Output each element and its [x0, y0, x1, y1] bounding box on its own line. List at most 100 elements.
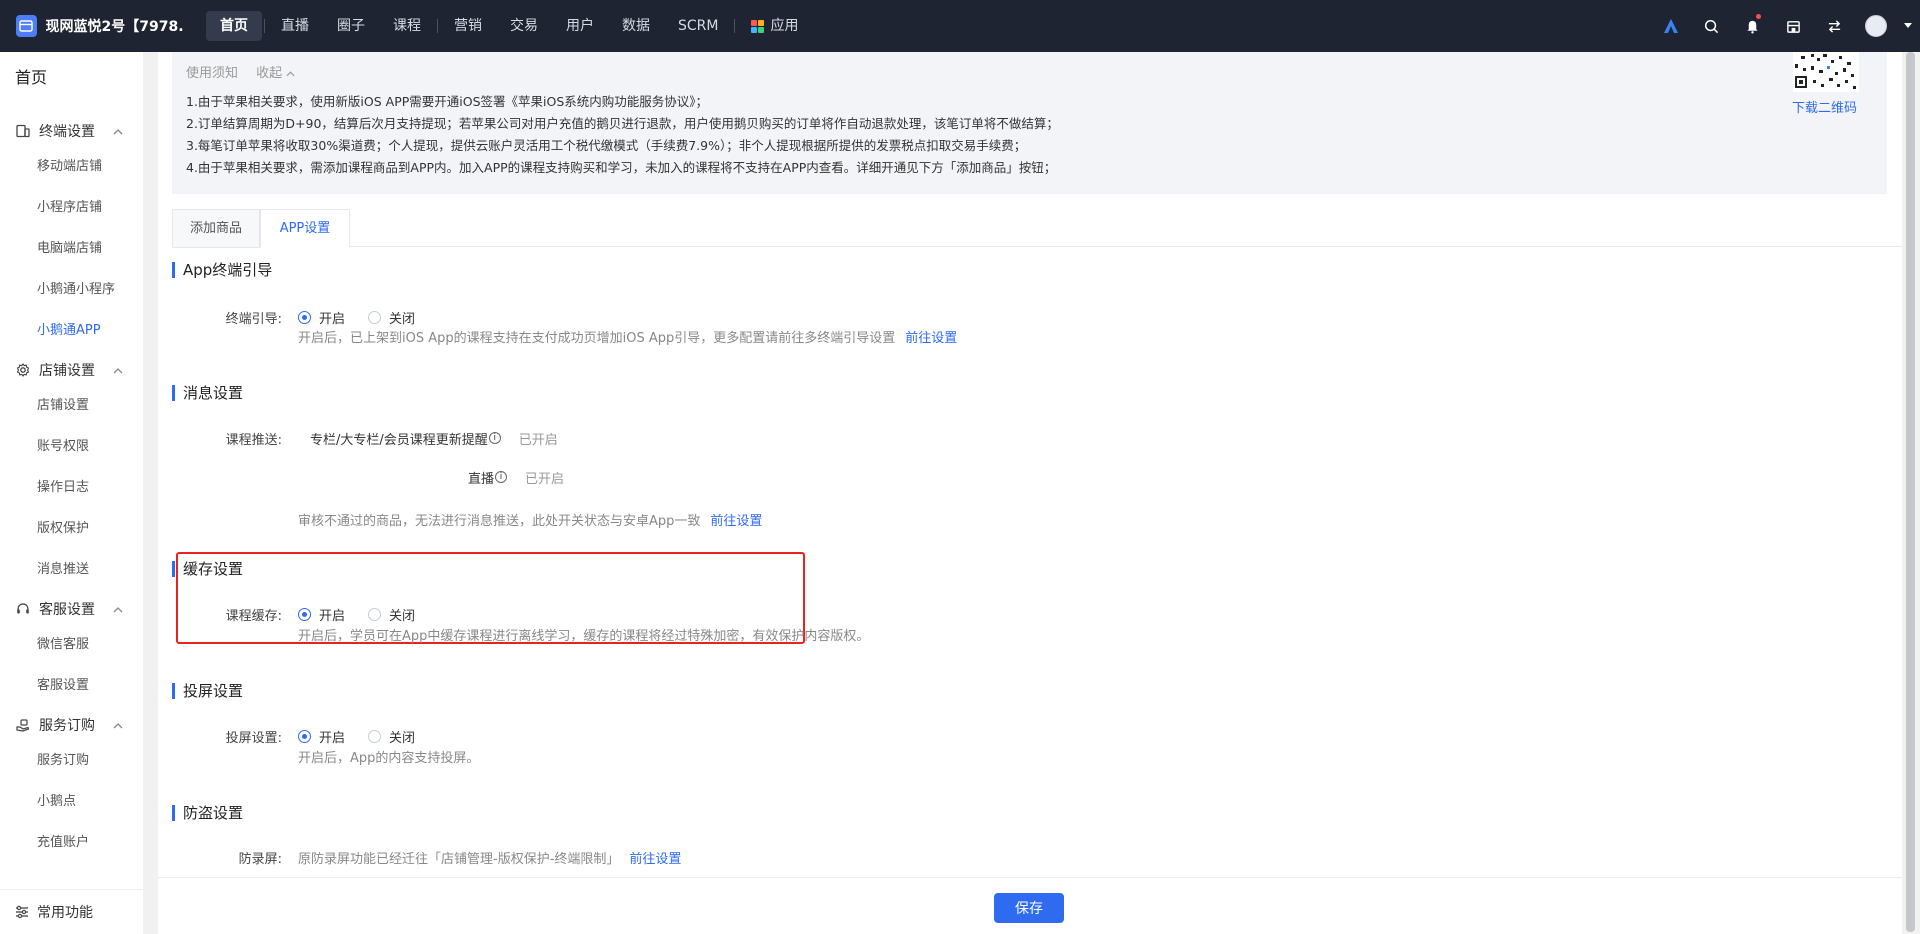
nav-item-live[interactable]: 直播 — [267, 11, 323, 41]
settings-tabs: 添加商品 APP设置 — [172, 209, 1902, 248]
notice-line: 2.订单结算周期为D+90，结算后次月支持提现；若苹果公司对用户充值的鹅贝进行退… — [186, 116, 1059, 131]
radio-label: 开启 — [319, 311, 346, 327]
nav-item-scrm[interactable]: SCRM — [664, 11, 732, 41]
store-icon[interactable] — [1773, 0, 1814, 52]
sidebar-home[interactable]: 首页 — [0, 52, 158, 104]
notice-line: 4.由于苹果相关要求，需添加课程商品到APP内。加入APP的课程支持购买和学习，… — [186, 160, 1057, 175]
radio-checked-icon — [298, 729, 311, 743]
scrollbar-thumb[interactable] — [1906, 52, 1915, 932]
hand-icon — [15, 717, 31, 733]
message-hint: 审核不通过的商品，无法进行消息推送，此处开关状态与安卓App一致 前往设置 — [298, 510, 762, 529]
caret-down-icon[interactable] — [1896, 0, 1920, 52]
course-cache-label: 课程缓存: — [225, 608, 282, 624]
sidebar-item-operation-log[interactable]: 操作日志 — [0, 467, 158, 508]
sidebar-item-store-settings[interactable]: 店铺设置 — [0, 385, 158, 426]
sidebar-group-subscription[interactable]: 服务订购 — [0, 710, 158, 740]
bell-icon[interactable] — [1732, 0, 1773, 52]
sidebar-item-pc-store[interactable]: 电脑端店铺 — [0, 228, 158, 269]
chevron-up-icon — [286, 71, 295, 77]
anti-record-settings-link[interactable]: 前往设置 — [629, 848, 681, 867]
footer-bar: 保存 — [158, 877, 1902, 934]
search-icon[interactable] — [1691, 0, 1732, 52]
common-functions-label: 常用功能 — [37, 905, 93, 921]
radio-label: 开启 — [319, 730, 346, 746]
sidebar-scrollbar[interactable] — [143, 52, 158, 934]
section-title-cast: 投屏设置 — [172, 683, 243, 699]
nav-item-home[interactable]: 首页 — [206, 11, 262, 41]
course-cache-row: 课程缓存: 开启 关闭 — [212, 604, 415, 624]
nav-item-users[interactable]: 用户 — [552, 11, 608, 41]
sidebar-item-xet-app[interactable]: 小鹅通APP — [0, 310, 158, 351]
sidebar-item-account-permission[interactable]: 账号权限 — [0, 426, 158, 467]
radio-unchecked-icon — [368, 607, 382, 621]
nav-item-apps-label: 应用 — [770, 18, 799, 34]
live-reminder-label: 直播 — [468, 471, 495, 487]
course-cache-off-radio[interactable]: 关闭 — [368, 605, 415, 624]
brand-a-icon[interactable] — [1650, 0, 1691, 52]
nav-divider — [734, 19, 736, 33]
sidebar-item-copyright[interactable]: 版权保护 — [0, 508, 158, 549]
info-icon[interactable]: i — [495, 471, 508, 483]
sidebar-group-store[interactable]: 店铺设置 — [0, 355, 158, 385]
sidebar-item-service-settings[interactable]: 客服设置 — [0, 665, 158, 706]
sidebar-item-wechat-service[interactable]: 微信客服 — [0, 624, 158, 665]
main-content: 使用须知 收起 1.由于苹果相关要求，使用新版iOS APP需要开通iOS签署《… — [158, 52, 1902, 934]
nav-item-course[interactable]: 课程 — [379, 11, 435, 41]
message-settings-link[interactable]: 前往设置 — [710, 514, 762, 529]
course-cache-on-radio[interactable]: 开启 — [298, 605, 345, 624]
radio-unchecked-icon — [368, 310, 382, 324]
nav-item-apps[interactable]: 应用 — [737, 11, 812, 41]
course-update-reminder-label: 专栏/大专栏/会员课程更新提醒 — [310, 432, 488, 448]
terminal-guide-on-radio[interactable]: 开启 — [298, 308, 345, 327]
terminal-settings-link[interactable]: 前往设置 — [905, 331, 957, 346]
switch-arrows-icon[interactable] — [1814, 0, 1855, 52]
radio-label: 关闭 — [389, 608, 416, 624]
main-scrollbar[interactable] — [1902, 52, 1920, 934]
store-switcher[interactable]: 现网蓝悦2号【7978... — [16, 15, 184, 37]
chevron-up-icon — [113, 717, 123, 733]
common-functions[interactable]: 常用功能 — [0, 889, 143, 934]
main-nav: 首页 直播 圈子 课程 营销 交易 用户 数据 SCRM 应用 — [206, 11, 812, 41]
cast-row: 投屏设置: 开启 关闭 — [212, 726, 415, 746]
radio-label: 关闭 — [389, 730, 416, 746]
sidebar-item-mobile-store[interactable]: 移动端店铺 — [0, 146, 158, 187]
live-reminder-row: 直播 i 已开启 — [468, 467, 564, 487]
collapse-toggle[interactable]: 收起 — [256, 66, 295, 81]
download-qr-link[interactable]: 下载二维码 — [1792, 97, 1857, 116]
user-avatar[interactable] — [1855, 0, 1896, 52]
tab-app-settings[interactable]: APP设置 — [260, 209, 350, 248]
nav-item-trade[interactable]: 交易 — [496, 11, 552, 41]
tab-add-product[interactable]: 添加商品 — [172, 209, 260, 248]
sidebar-item-xiao-e-points[interactable]: 小鹅点 — [0, 781, 158, 822]
notice-lines: 1.由于苹果相关要求，使用新版iOS APP需要开通iOS签署《苹果iOS系统内… — [186, 91, 1059, 179]
radio-checked-icon — [298, 607, 311, 621]
cast-label: 投屏设置: — [225, 730, 282, 746]
sidebar-group-label: 服务订购 — [39, 718, 95, 734]
store-name: 现网蓝悦2号【7978... — [45, 19, 185, 35]
sidebar-group-terminal[interactable]: 终端设置 — [0, 116, 158, 146]
section-title-antitheft: 防盗设置 — [172, 805, 243, 821]
nav-item-data[interactable]: 数据 — [608, 11, 664, 41]
sidebar-item-service-order[interactable]: 服务订购 — [0, 740, 158, 781]
sidebar-item-miniprogram-store[interactable]: 小程序店铺 — [0, 187, 158, 228]
apps-grid-icon — [751, 19, 765, 33]
hint-text: 审核不通过的商品，无法进行消息推送，此处开关状态与安卓App一致 — [298, 514, 701, 529]
section-title-cache: 缓存设置 — [172, 561, 243, 577]
sidebar-item-xet-miniprogram[interactable]: 小鹅通小程序 — [0, 269, 158, 310]
chevron-up-icon — [113, 601, 123, 617]
nav-item-marketing[interactable]: 营销 — [440, 11, 496, 41]
save-button[interactable]: 保存 — [994, 893, 1064, 923]
sidebar-item-message-push[interactable]: 消息推送 — [0, 549, 158, 590]
notice-line: 3.每笔订单苹果将收取30%渠道费；个人提现，提供云账户灵活用工个税代缴模式（手… — [186, 138, 1027, 153]
terminal-guide-off-radio[interactable]: 关闭 — [368, 308, 415, 327]
info-icon[interactable]: i — [488, 432, 501, 444]
sidebar-group-service[interactable]: 客服设置 — [0, 594, 158, 624]
cast-off-radio[interactable]: 关闭 — [368, 727, 415, 746]
nav-item-circle[interactable]: 圈子 — [323, 11, 379, 41]
course-update-reminder-status: 已开启 — [518, 432, 558, 448]
sidebar-item-recharge-account[interactable]: 充值账户 — [0, 822, 158, 863]
course-push-row: 课程推送: — [212, 428, 282, 448]
usage-notice: 使用须知 收起 1.由于苹果相关要求，使用新版iOS APP需要开通iOS签署《… — [172, 52, 1887, 194]
cast-on-radio[interactable]: 开启 — [298, 727, 345, 746]
nav-tools — [1650, 0, 1920, 52]
